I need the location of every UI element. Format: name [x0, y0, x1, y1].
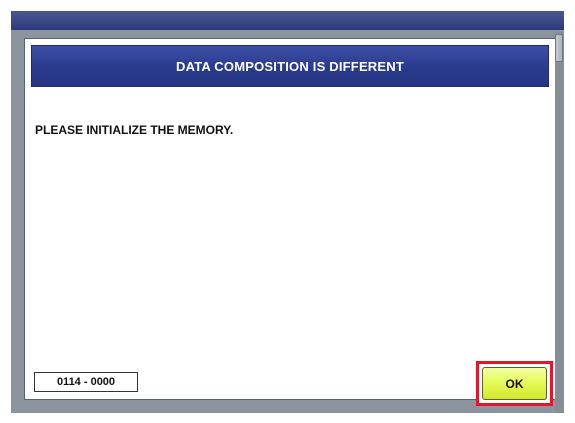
dialog-title-bar: DATA COMPOSITION IS DIFFERENT: [31, 45, 549, 87]
scrollbar-track[interactable]: [555, 32, 564, 413]
dialog-title: DATA COMPOSITION IS DIFFERENT: [176, 58, 404, 74]
ok-button-highlight: OK: [476, 361, 553, 406]
dialog-message: PLEASE INITIALIZE THE MEMORY.: [35, 123, 234, 137]
ok-button[interactable]: OK: [482, 367, 547, 400]
error-code-box: 0114 - 0000: [34, 372, 138, 392]
scrollbar-thumb[interactable]: [555, 34, 563, 62]
error-dialog: DATA COMPOSITION IS DIFFERENT PLEASE INI…: [24, 38, 556, 406]
device-screen: DATA COMPOSITION IS DIFFERENT PLEASE INI…: [11, 11, 564, 413]
top-status-bar: [11, 11, 564, 30]
